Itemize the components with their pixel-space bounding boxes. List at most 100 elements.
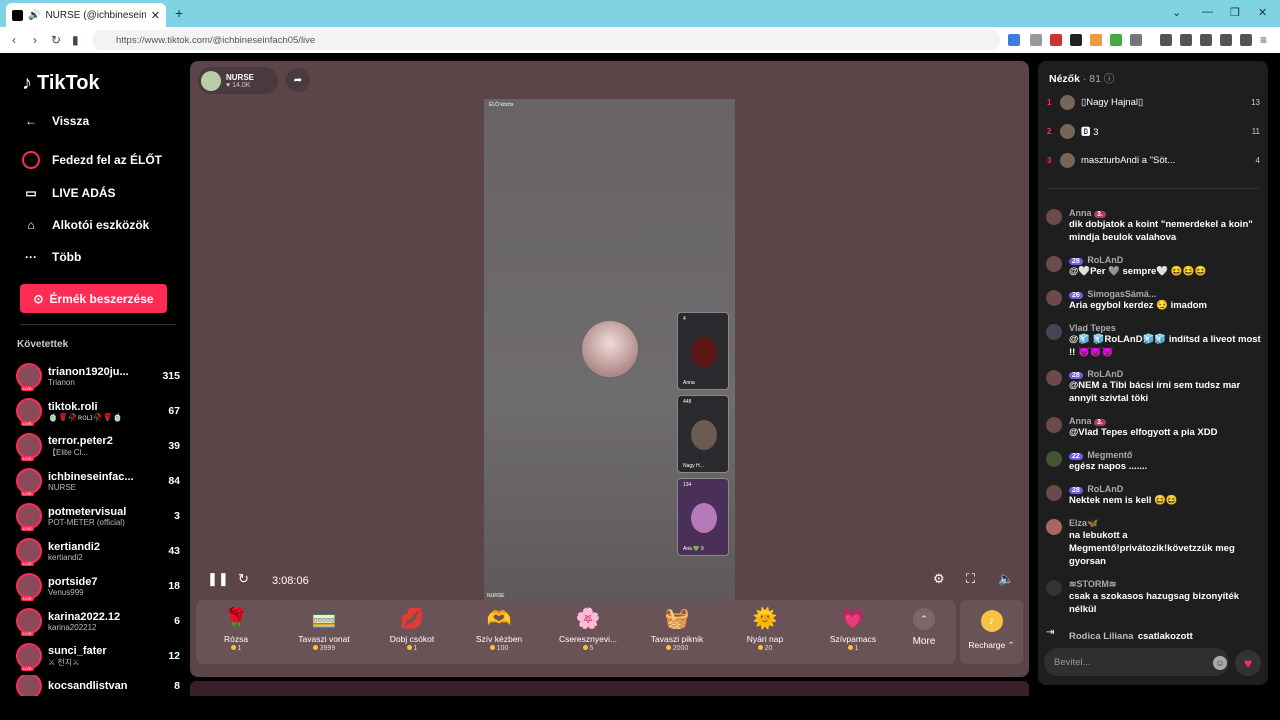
- chat-message[interactable]: 28 RoLAnD Nektek nem is kell 😆😆: [1046, 484, 1262, 507]
- followed-item[interactable]: LIVE terror.peter2 【Elite Cl... 39: [16, 430, 180, 462]
- nav-back[interactable]: ← Vissza: [22, 112, 89, 130]
- nav-live-studio[interactable]: ▭ LIVE ADÁS: [22, 184, 115, 202]
- share-icon[interactable]: ➦: [286, 68, 310, 92]
- host-avatar: [582, 321, 638, 377]
- chat-message[interactable]: Elza🦋 na lebukott a Megmentő!privátozik!k…: [1046, 518, 1262, 568]
- chat-message[interactable]: ≋STORM≋ csak a szokasos hazugsag bizonyít…: [1046, 579, 1262, 616]
- back-icon[interactable]: ‹: [12, 33, 16, 47]
- chat-message[interactable]: 26 SimogasSámá... Aria egybol kerdez 😏 im…: [1046, 289, 1262, 312]
- hls-extension-icon[interactable]: [1050, 34, 1062, 46]
- host-info[interactable]: NURSE ♥ 14.0K: [198, 67, 278, 94]
- stream-timer: 3:08:06: [272, 575, 309, 587]
- gift-item[interactable]: 🧺 Tavaszi piknik 2000: [637, 606, 717, 652]
- join-icon: ⇥: [1046, 627, 1055, 638]
- gift-item[interactable]: 💗 Szívpamacs 1: [813, 606, 893, 652]
- top-viewer[interactable]: 3 maszturbAndi a "Söt... 4: [1047, 152, 1260, 168]
- arrow-left-icon: ←: [25, 114, 37, 128]
- nav-explore-live[interactable]: Fedezd fel az ÉLŐT: [22, 151, 162, 169]
- pause-icon[interactable]: ❚❚: [207, 571, 229, 587]
- close-window-icon[interactable]: ✕: [1258, 6, 1267, 19]
- chat-message[interactable]: Anna 3. dik dobjatok a koint "nemerdekel …: [1046, 208, 1262, 244]
- restore-icon[interactable]: ❐: [1230, 6, 1240, 19]
- recharge-button[interactable]: ♪ Recharge ⌃: [960, 600, 1023, 664]
- address-bar-row: ‹ › ↻ ▮ https://www.tiktok.com/@ichbines…: [0, 27, 1280, 53]
- chat-input[interactable]: Bevitel...: [1044, 648, 1229, 676]
- followed-item[interactable]: LIVE ichbineseinfac... NURSE 84: [16, 465, 180, 497]
- followed-item[interactable]: LIVE potmetervisual POT-METER (official) 3: [16, 500, 180, 532]
- extension-icon[interactable]: [1130, 34, 1142, 46]
- coin-icon: ⊙: [33, 291, 44, 306]
- guest-tile[interactable]: 4 Anna: [677, 312, 729, 390]
- guest-tile[interactable]: 448 Nagy H...: [677, 395, 729, 473]
- extension-icon[interactable]: [1110, 34, 1122, 46]
- followed-item[interactable]: LIVE karina2022.12 karina202212 6: [16, 605, 180, 637]
- followed-item[interactable]: LIVE portside7 Venus999 18: [16, 570, 180, 602]
- translate-extension-icon[interactable]: [1008, 34, 1020, 46]
- avatar: [1060, 152, 1075, 168]
- nav-creator-tools[interactable]: ⌂ Alkotói eszközök: [22, 216, 149, 234]
- browser-tab[interactable]: 🔊 NURSE (@ichbineseinfach05 ... ✕: [6, 3, 166, 27]
- avatar: LIVE: [16, 608, 42, 636]
- fullscreen-icon[interactable]: ⛶: [966, 571, 975, 587]
- volume-icon[interactable]: 🔈: [998, 571, 1014, 587]
- top-viewer[interactable]: 1 ▯Nagy Hajnal▯ 13: [1047, 94, 1260, 110]
- gift-bar: 🌹 Rózsa 1 🚃 Tavaszi vonat 3999 💋 Dobj csókot 1…: [196, 600, 956, 664]
- chat-message[interactable]: Vlad Tepes @🧊 🧊RoLAnD🧊🧊 indítsd a liveot …: [1046, 323, 1262, 359]
- wallet-icon[interactable]: [1200, 34, 1212, 46]
- live-avatar-icon: [22, 151, 40, 169]
- nav-more[interactable]: ··· Több: [22, 248, 81, 266]
- gift-item[interactable]: 🚃 Tavaszi vonat 3999: [284, 606, 364, 652]
- chat-message[interactable]: 28 RoLAnD @🤍Per 🩶 sempre🤍 😆😆😆: [1046, 255, 1262, 278]
- avatar: [1046, 370, 1062, 386]
- new-tab-icon[interactable]: +: [175, 5, 183, 21]
- avatar: [1046, 451, 1062, 467]
- followed-item[interactable]: LIVE tiktok.roli 🍵🌹🥀ʀᴏʟɪ🥀🌹🍵 67: [16, 395, 180, 427]
- banner-strip: [190, 681, 1029, 696]
- gift-item[interactable]: 🫶 Szív kézben 100: [459, 606, 539, 652]
- followed-item[interactable]: LIVE sunci_fater ⚔ 천지⚔ 12: [16, 640, 180, 672]
- emoji-icon[interactable]: ☺: [1213, 656, 1227, 670]
- url-input[interactable]: https://www.tiktok.com/@ichbineseinfach0…: [92, 30, 1000, 50]
- speaker-icon[interactable]: 🔊: [28, 10, 40, 21]
- downloads-icon[interactable]: [1220, 34, 1232, 46]
- chat-message[interactable]: 28 RoLAnD @NEM a Tibi bácsi írni sem tuds…: [1046, 369, 1262, 405]
- avatar: LIVE: [16, 538, 42, 566]
- media-icon[interactable]: [1160, 34, 1172, 46]
- gift-item[interactable]: 💋 Dobj csókot 1: [372, 606, 452, 652]
- settings-icon[interactable]: ⚙: [933, 571, 945, 587]
- avatar: LIVE: [16, 468, 42, 496]
- more-gifts-button[interactable]: ⌃ More: [904, 608, 944, 647]
- avatar: LIVE: [16, 573, 42, 601]
- gift-item[interactable]: 🌹 Rózsa 1: [196, 606, 276, 652]
- avatar: LIVE: [16, 643, 42, 671]
- tab-search-icon[interactable]: ⌄: [1172, 6, 1181, 19]
- gift-item[interactable]: 🌞 Nyári nap 20: [725, 606, 805, 652]
- chat-message[interactable]: Anna 3. @Vlad Tepes elfogyott a pia XDD: [1046, 416, 1262, 439]
- extension-icon[interactable]: [1070, 34, 1082, 46]
- chat-message[interactable]: 22 Megmentő egész napos .......: [1046, 450, 1262, 473]
- extension-icon[interactable]: [1090, 34, 1102, 46]
- get-coins-button[interactable]: ⊙ Érmék beszerzése: [20, 284, 167, 313]
- followed-item[interactable]: LIVE kertiandi2 kertiandi2 43: [16, 535, 180, 567]
- followed-item[interactable]: LIVE trianon1920ju... Trianon 315: [16, 360, 180, 392]
- tiktok-logo[interactable]: ♪ TikTok: [22, 72, 100, 95]
- vpn-shield-icon[interactable]: [1240, 34, 1252, 46]
- top-viewer[interactable]: 2 🅱 3 11: [1047, 123, 1260, 139]
- sidebar-icon[interactable]: [1180, 34, 1192, 46]
- avatar: [1046, 485, 1062, 501]
- minimize-icon[interactable]: —: [1202, 6, 1213, 18]
- forward-icon[interactable]: ›: [33, 33, 37, 47]
- extension-icon[interactable]: [1030, 34, 1042, 46]
- menu-icon[interactable]: ≡: [1260, 33, 1267, 47]
- reload-icon[interactable]: ↻: [51, 33, 61, 47]
- refresh-icon[interactable]: ↻: [238, 571, 249, 587]
- guest-tile[interactable]: 134 Aria 💚 9: [677, 478, 729, 556]
- followed-item[interactable]: kocsandlistvan 8: [16, 675, 180, 696]
- viewers-title[interactable]: Nézők · 81 ⓘ: [1049, 71, 1114, 86]
- avatar: [1060, 123, 1075, 139]
- bookmark-icon[interactable]: ▮: [72, 33, 79, 47]
- close-tab-icon[interactable]: ✕: [151, 9, 160, 22]
- like-heart-icon[interactable]: ♥: [1235, 650, 1261, 676]
- gift-item[interactable]: 🌸 Cseresznyevi... 5: [548, 606, 628, 652]
- live-video[interactable]: ÉLŐ közös 4 Anna 448 Nagy H... 134 Aria 💚 9…: [484, 99, 735, 601]
